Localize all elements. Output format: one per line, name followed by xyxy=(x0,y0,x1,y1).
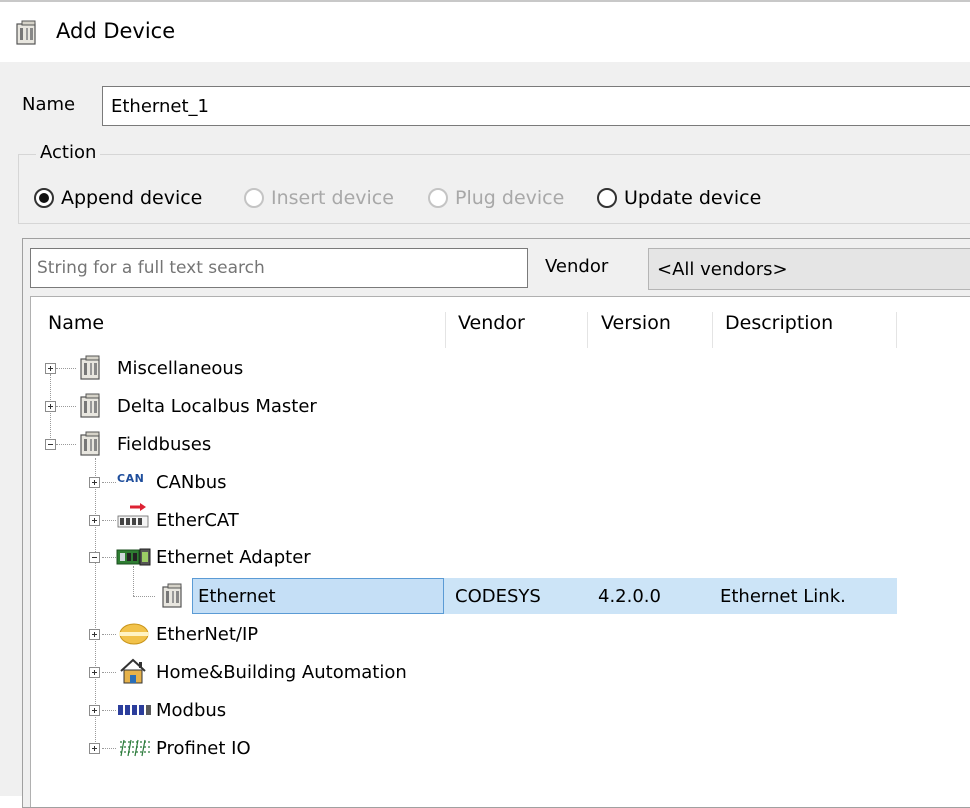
update-device-label: Update device xyxy=(624,187,762,209)
device-module-icon xyxy=(80,393,100,418)
dialog-title-bar: Add Device xyxy=(0,0,970,62)
radio-checked-icon xyxy=(34,188,54,208)
column-header-version[interactable]: Version xyxy=(601,312,713,348)
tree-item-fieldbuses[interactable]: Fieldbuses xyxy=(117,428,211,460)
dialog-title: Add Device xyxy=(56,19,176,43)
home-icon xyxy=(120,658,146,684)
tree-item-modbus[interactable]: Modbus xyxy=(156,694,226,726)
tree-connector xyxy=(56,406,76,407)
expand-plus-icon[interactable] xyxy=(89,743,100,754)
tree-connector xyxy=(56,444,76,445)
expand-plus-icon[interactable] xyxy=(89,477,100,488)
name-input[interactable] xyxy=(102,86,970,126)
ethercat-icon xyxy=(117,503,149,528)
plug-device-radio[interactable]: Plug device xyxy=(428,184,564,212)
column-header-vendor[interactable]: Vendor xyxy=(458,312,588,348)
tree-item-ethercat[interactable]: EtherCAT xyxy=(156,504,239,536)
tree-connector xyxy=(102,672,116,673)
append-device-radio[interactable]: Append device xyxy=(34,184,202,212)
expand-plus-icon[interactable] xyxy=(89,515,100,526)
insert-device-label: Insert device xyxy=(271,187,394,209)
tree-item-miscellaneous[interactable]: Miscellaneous xyxy=(117,352,243,384)
insert-device-radio[interactable]: Insert device xyxy=(244,184,394,212)
profinet-icon xyxy=(120,739,150,757)
device-module-icon xyxy=(80,355,100,380)
canbus-icon: CAN xyxy=(117,472,145,485)
tree-connector xyxy=(102,557,116,558)
device-module-icon xyxy=(80,431,100,456)
tree-connector xyxy=(133,596,155,597)
tree-item-delta-localbus-master[interactable]: Delta Localbus Master xyxy=(117,390,317,422)
tree-item-profinet-io[interactable]: Profinet IO xyxy=(156,732,251,764)
tree-item-home-building-automation[interactable]: Home&Building Automation xyxy=(156,656,407,688)
ethernet-ip-icon xyxy=(119,623,149,645)
cell-version: 4.2.0.0 xyxy=(598,586,661,607)
tree-item-canbus[interactable]: CANbus xyxy=(156,466,227,498)
device-module-icon xyxy=(16,20,36,45)
radio-unchecked-icon xyxy=(597,188,617,208)
tree-connector xyxy=(102,482,116,483)
cell-vendor: CODESYS xyxy=(455,586,541,607)
vendor-select[interactable]: <All vendors> xyxy=(648,248,970,290)
expand-plus-icon[interactable] xyxy=(45,401,56,412)
search-input[interactable] xyxy=(30,248,528,288)
tree-connector xyxy=(102,634,116,635)
collapse-minus-icon[interactable] xyxy=(89,552,100,563)
update-device-radio[interactable]: Update device xyxy=(597,184,761,212)
expand-plus-icon[interactable] xyxy=(89,629,100,640)
tree-item-ethernet[interactable]: Ethernet xyxy=(198,580,276,612)
modbus-icon xyxy=(118,705,151,715)
tree-connector xyxy=(102,710,116,711)
radio-unchecked-icon xyxy=(244,188,264,208)
tree-item-ethernet-adapter[interactable]: Ethernet Adapter xyxy=(156,541,311,573)
plug-device-label: Plug device xyxy=(455,187,565,209)
expand-plus-icon[interactable] xyxy=(89,667,100,678)
column-header-name[interactable]: Name xyxy=(48,312,446,348)
tree-item-ethernet-ip[interactable]: EtherNet/IP xyxy=(156,618,258,650)
device-module-icon xyxy=(162,583,182,608)
name-label: Name xyxy=(22,94,76,115)
append-device-label: Append device xyxy=(61,187,203,209)
collapse-minus-icon[interactable] xyxy=(45,439,56,450)
tree-connector xyxy=(102,520,116,521)
expand-plus-icon[interactable] xyxy=(45,363,56,374)
vendor-label: Vendor xyxy=(545,256,609,277)
ethernet-adapter-icon xyxy=(116,548,151,566)
radio-unchecked-icon xyxy=(428,188,448,208)
column-header-description[interactable]: Description xyxy=(725,312,897,348)
tree-connector xyxy=(133,566,134,596)
tree-connector xyxy=(56,368,76,369)
action-legend: Action xyxy=(36,142,101,163)
expand-plus-icon[interactable] xyxy=(89,705,100,716)
tree-connector xyxy=(102,748,116,749)
cell-description: Ethernet Link. xyxy=(720,586,846,607)
